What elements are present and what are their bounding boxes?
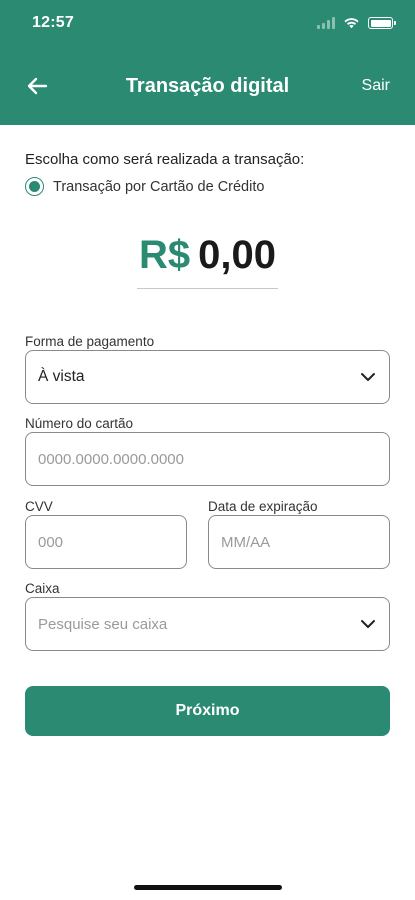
credit-card-option[interactable]: Transação por Cartão de Crédito (25, 177, 264, 196)
exit-button[interactable]: Sair (362, 77, 390, 95)
expiry-field[interactable]: MM/AA (208, 515, 390, 569)
payment-method-label: Forma de pagamento (25, 334, 155, 349)
payment-method-value: À vista (38, 368, 85, 385)
chevron-down-icon (359, 615, 377, 633)
radio-button[interactable] (25, 177, 44, 196)
wifi-icon (344, 18, 359, 29)
cashier-label: Caixa (25, 581, 60, 596)
payment-method-select[interactable]: À vista (25, 350, 390, 404)
card-number-placeholder: 0000.0000.0000.0000 (38, 450, 184, 468)
cellular-signal-icon (317, 17, 335, 29)
cashier-select[interactable]: Pesquise seu caixa (25, 597, 390, 651)
battery-icon (368, 17, 396, 29)
navigation-bar: Transação digital Sair (0, 65, 415, 109)
expiry-label: Data de expiração (208, 499, 318, 514)
status-time: 12:57 (32, 14, 74, 31)
radio-selected-dot (29, 181, 40, 192)
credit-card-option-label: Transação por Cartão de Crédito (53, 178, 265, 195)
cvv-field[interactable]: 000 (25, 515, 187, 569)
page-title: Transação digital (125, 75, 290, 97)
next-button[interactable]: Próximo (25, 686, 390, 736)
chevron-down-icon (359, 368, 377, 386)
app-header: 12:57 Transação digital Sair (0, 0, 415, 125)
status-icons (317, 17, 396, 29)
expiry-placeholder: MM/AA (221, 533, 271, 551)
amount-currency: R$ (139, 233, 191, 277)
home-indicator[interactable] (134, 885, 282, 890)
status-bar: 12:57 (0, 0, 415, 50)
amount-value: 0,00 (198, 233, 276, 277)
amount-input[interactable]: R$ 0,00 (137, 231, 278, 289)
transaction-prompt: Escolha como será realizada a transação: (25, 151, 305, 168)
cvv-placeholder: 000 (38, 533, 64, 551)
amount-display: R$ 0,00 (0, 231, 415, 289)
card-number-field[interactable]: 0000.0000.0000.0000 (25, 432, 390, 486)
cvv-label: CVV (25, 499, 53, 514)
cashier-placeholder: Pesquise seu caixa (38, 615, 168, 633)
card-number-label: Número do cartão (25, 416, 134, 431)
